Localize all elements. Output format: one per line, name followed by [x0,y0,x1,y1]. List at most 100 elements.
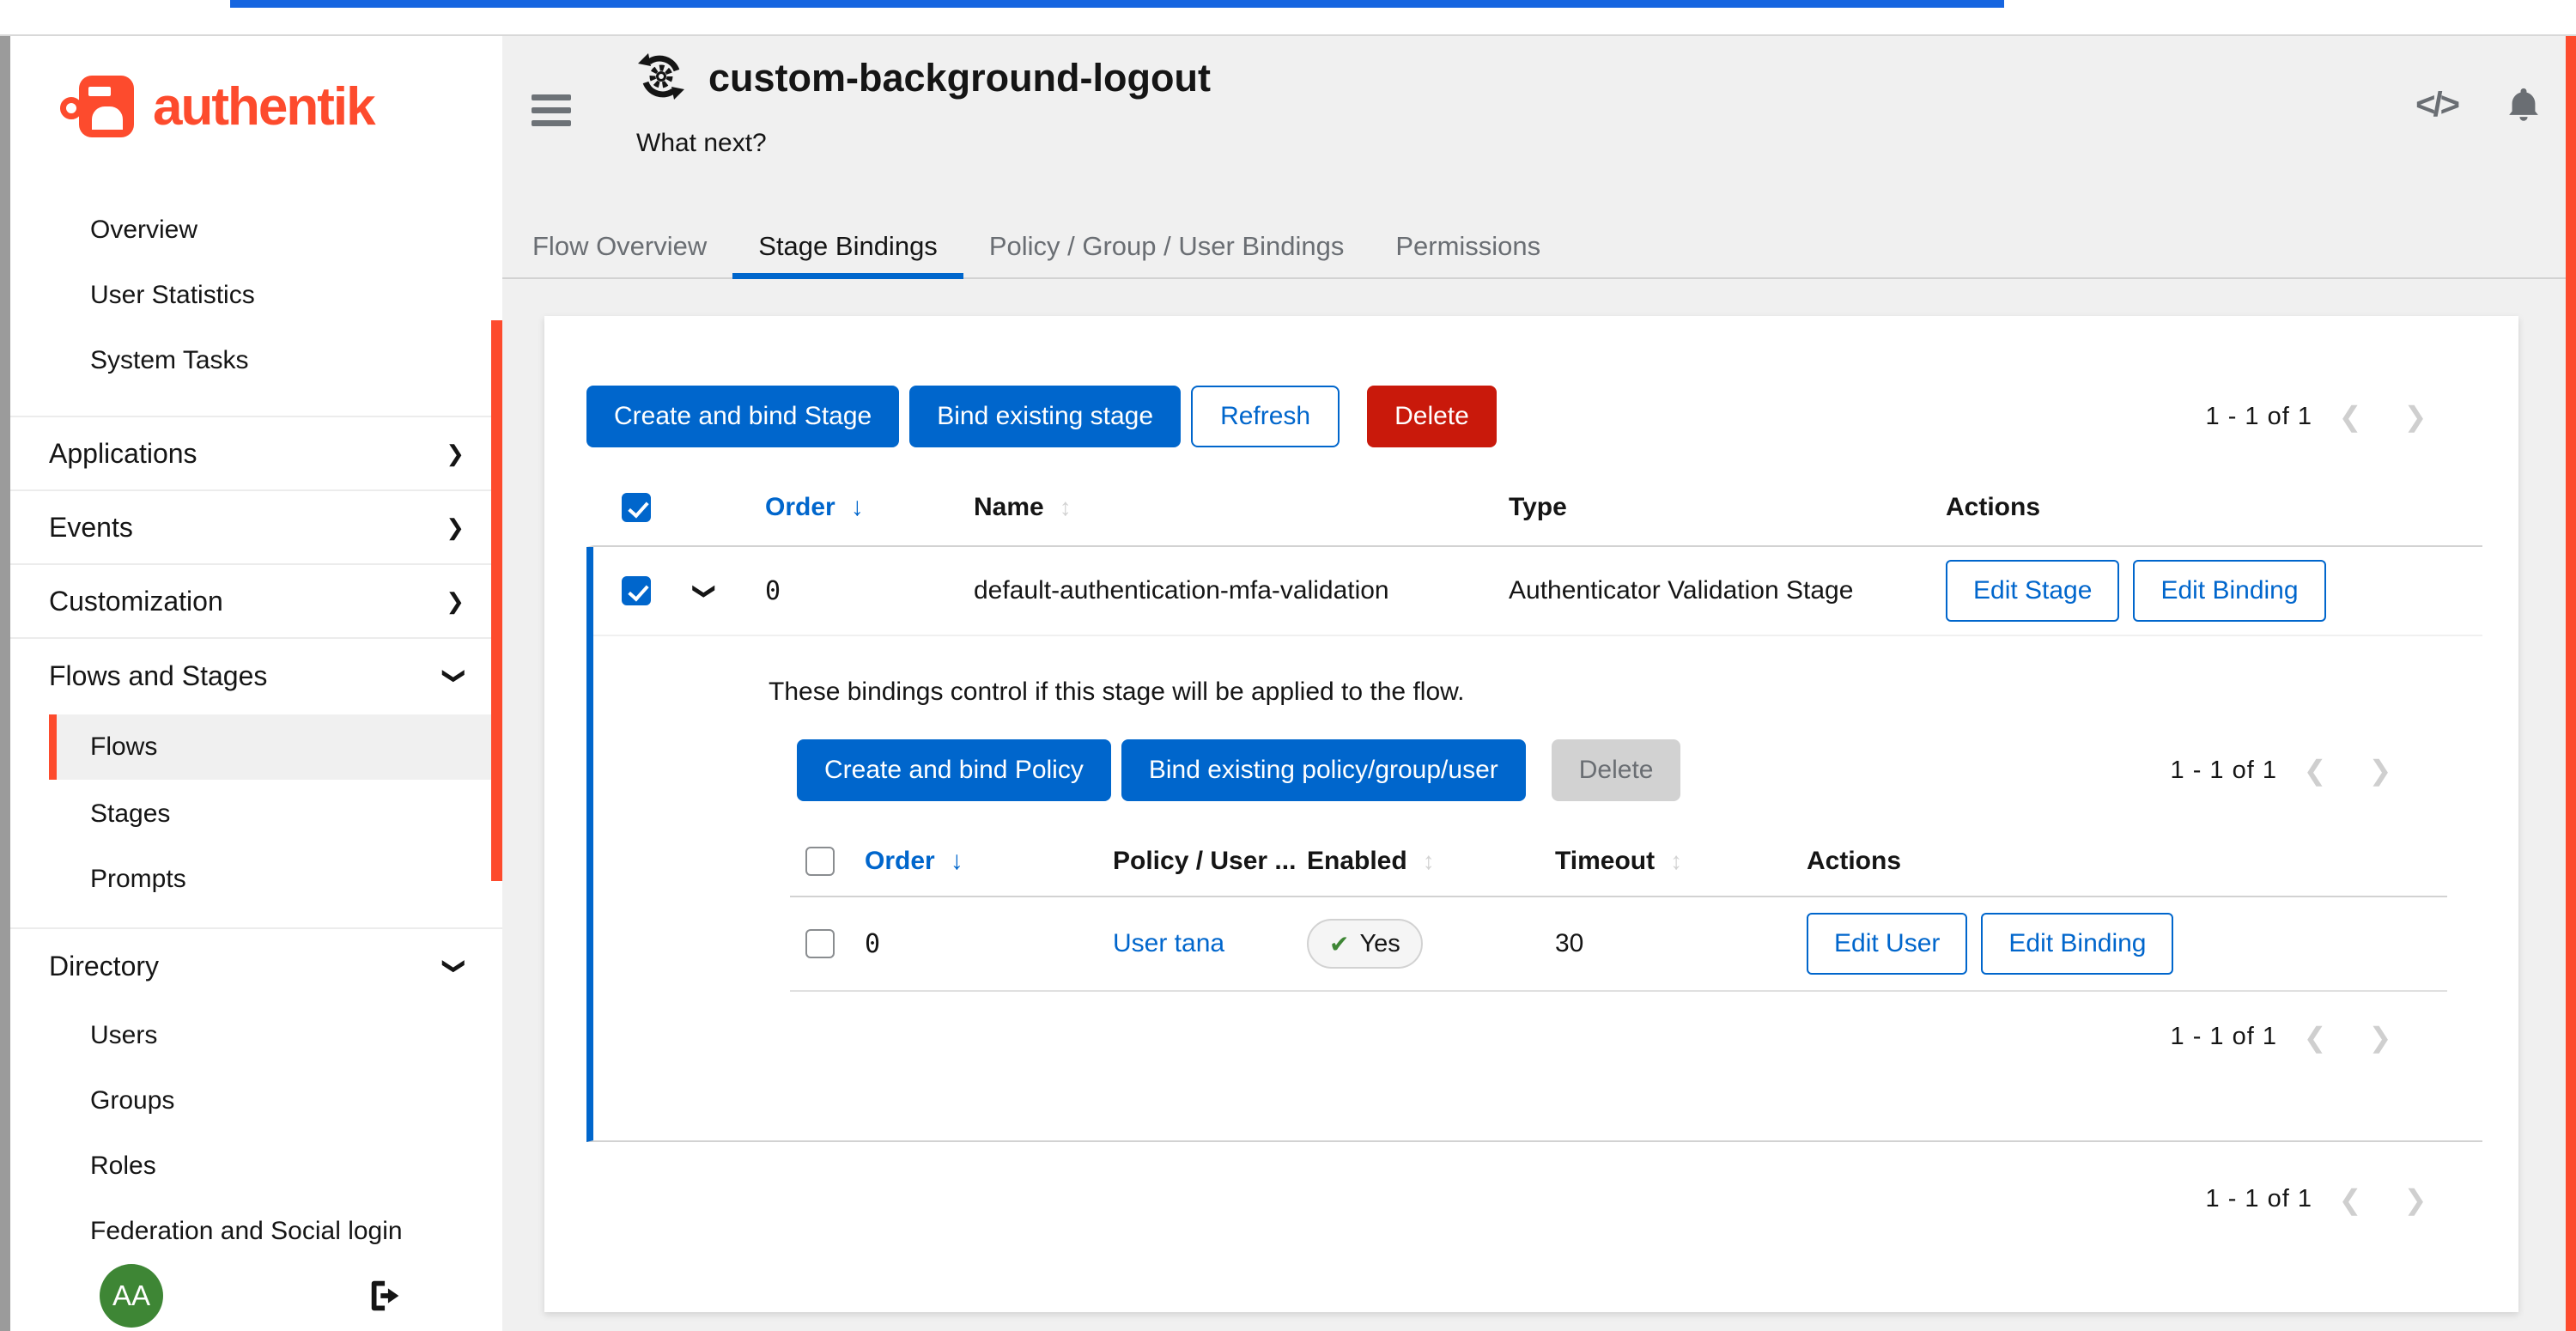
pagination-range: 1 - 1 of 1 [2206,1185,2312,1213]
main-area: custom-background-logout What next? </> … [502,36,2566,1331]
row-timeout: 30 [1546,929,1795,958]
pagination-range: 1 - 1 of 1 [2171,1023,2277,1051]
avatar[interactable]: AA [100,1264,163,1328]
sidebar-group-directory[interactable]: Directory ❯ [10,929,502,1003]
sidebar-group-customization[interactable]: Customization ❯ [10,565,502,639]
pagination-prev-icon[interactable]: ❮ [2282,757,2348,784]
sidebar-group-applications[interactable]: Applications ❯ [10,417,502,491]
create-and-bind-stage-button[interactable]: Create and bind Stage [586,386,899,447]
column-header-name[interactable]: Name↕ [949,493,1485,522]
chevron-down-icon: ❯ [444,666,466,685]
edit-binding-button[interactable]: Edit Binding [2133,560,2325,622]
page-title: custom-background-logout [708,56,1211,100]
pagination-next-icon[interactable]: ❯ [2383,403,2448,430]
sidebar-group-flows-and-stages[interactable]: Flows and Stages ❯ [10,639,502,713]
logo-key-body [79,76,134,137]
api-code-icon[interactable]: </> [2415,86,2458,125]
tab-policy-group-user-bindings[interactable]: Policy / Group / User Bindings [963,219,1370,279]
header-actions: </> [2415,84,2543,125]
pagination-next-icon[interactable]: ❯ [2348,757,2413,784]
policy-binding-row[interactable]: 0 User tana ✔ Yes 30 Edit User [790,897,2447,992]
pagination-prev-icon[interactable]: ❮ [2282,1024,2348,1051]
page-subtitle: What next? [636,129,1211,158]
select-all-checkbox[interactable] [622,493,651,522]
sidebar-user-row: AA [100,1262,406,1329]
stage-table-header: Order↓ Name↕ Type Actions [586,470,2482,547]
column-header-actions: Actions [1928,493,2482,522]
check-icon: ✔ [1329,930,1349,958]
pagination-prev-icon[interactable]: ❮ [2318,403,2383,430]
authentik-logo[interactable]: authentik [60,76,502,137]
sort-descending-icon: ↓ [951,847,963,875]
tab-permissions[interactable]: Permissions [1370,219,1566,279]
edit-user-button[interactable]: Edit User [1807,913,1967,975]
chevron-right-icon: ❯ [446,442,465,465]
sidebar-scrollbar-thumb[interactable] [491,320,502,881]
sidebar-item-user-statistics[interactable]: User Statistics [10,263,502,328]
sidebar-item-prompts[interactable]: Prompts [10,847,502,912]
chevron-right-icon: ❯ [446,516,465,538]
pagination-bottom: 1 - 1 of 1 ❮ ❯ [2206,1185,2448,1213]
chevron-right-icon: ❯ [446,590,465,612]
sort-icon: ↕ [1423,848,1435,875]
pagination-next-icon[interactable]: ❯ [2383,1186,2448,1213]
logout-icon[interactable] [367,1276,406,1316]
row-checkbox[interactable] [805,929,835,958]
row-expander-chevron-icon[interactable]: ❯ [691,582,718,601]
flow-process-icon [636,52,686,106]
pagination-top: 1 - 1 of 1 ❮ ❯ [2206,403,2448,431]
column-header-order[interactable]: Order↓ [850,847,1099,876]
sidebar-item-stages[interactable]: Stages [10,781,502,847]
stage-bindings-toolbar: Create and bind Stage Bind existing stag… [586,386,2482,447]
edit-binding-button[interactable]: Edit Binding [1981,913,2173,975]
column-header-type: Type [1485,493,1928,522]
delete-policy-binding-button[interactable]: Delete [1552,739,1681,801]
column-header-enabled[interactable]: Enabled↕ [1297,847,1546,876]
policy-pagination-bottom: 1 - 1 of 1 ❮ ❯ [2171,1023,2413,1051]
sidebar-item-overview[interactable]: Overview [10,198,502,263]
sidebar-item-flows[interactable]: Flows [49,714,495,780]
policy-bindings-table: Order↓ Policy / User ... Enabled↕ Timeou… [790,827,2447,992]
stage-bindings-card: Create and bind Stage Bind existing stag… [544,316,2518,1312]
policy-bindings-toolbar: Create and bind Policy Bind existing pol… [797,739,2447,801]
enabled-badge: ✔ Yes [1307,919,1423,969]
menu-toggle-icon[interactable] [532,94,571,126]
delete-button[interactable]: Delete [1367,386,1497,447]
sort-descending-icon: ↓ [851,493,864,521]
row-checkbox[interactable] [622,576,651,605]
row-name: default-authentication-mfa-validation [949,576,1485,605]
sidebar-item-federation-social-login[interactable]: Federation and Social login [10,1199,502,1264]
pagination-prev-icon[interactable]: ❮ [2318,1186,2383,1213]
sort-icon: ↕ [1670,848,1682,874]
browser-top-strip [0,0,2576,36]
tab-flow-overview[interactable]: Flow Overview [507,219,732,279]
sidebar-nav: Overview User Statistics System Tasks [10,198,502,393]
select-all-checkbox[interactable] [805,847,835,876]
window-right-accent [2566,36,2576,1331]
sidebar-item-system-tasks[interactable]: System Tasks [10,328,502,393]
tab-stage-bindings[interactable]: Stage Bindings [732,219,963,279]
user-link[interactable]: User tana [1113,929,1224,957]
policy-pagination-top: 1 - 1 of 1 ❮ ❯ [2171,757,2413,785]
pagination-next-icon[interactable]: ❯ [2348,1024,2413,1051]
column-header-order[interactable]: Order↓ [747,493,949,522]
row-type: Authenticator Validation Stage [1485,576,1928,605]
create-and-bind-policy-button[interactable]: Create and bind Policy [797,739,1111,801]
row-order: 0 [747,576,949,606]
notifications-bell-icon[interactable] [2504,84,2543,125]
stage-binding-row[interactable]: ❯ 0 default-authentication-mfa-validatio… [593,547,2482,636]
bind-existing-stage-button[interactable]: Bind existing stage [909,386,1181,447]
sidebar-item-groups[interactable]: Groups [10,1068,502,1133]
chevron-down-icon: ❯ [444,957,466,975]
window-left-edge [0,36,10,1331]
refresh-button[interactable]: Refresh [1191,386,1340,447]
column-header-timeout[interactable]: Timeout↕ [1546,847,1795,876]
flow-tabs: Flow Overview Stage Bindings Policy / Gr… [502,219,2566,279]
sidebar-item-roles[interactable]: Roles [10,1133,502,1199]
sidebar-group-events[interactable]: Events ❯ [10,491,502,565]
bind-existing-policy-button[interactable]: Bind existing policy/group/user [1121,739,1526,801]
edit-stage-button[interactable]: Edit Stage [1946,560,2119,622]
sidebar-item-users[interactable]: Users [10,1003,502,1068]
sort-icon: ↕ [1060,494,1072,520]
pagination-range: 1 - 1 of 1 [2206,403,2312,431]
